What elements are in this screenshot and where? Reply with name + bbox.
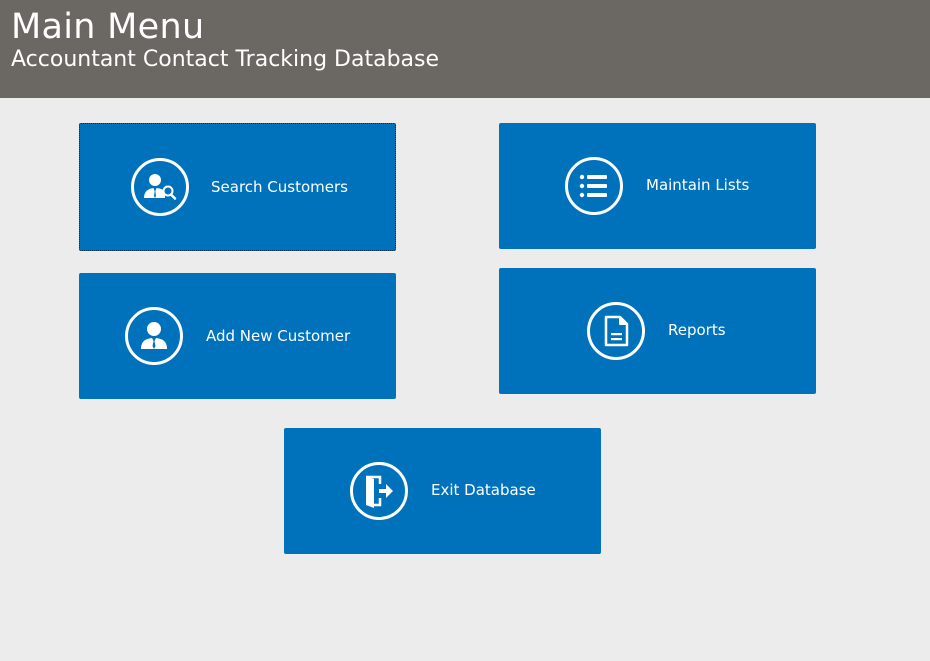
maintain-lists-button[interactable]: Maintain Lists bbox=[499, 123, 816, 249]
user-search-icon bbox=[131, 158, 189, 216]
document-icon bbox=[587, 302, 645, 360]
add-new-customer-label: Add New Customer bbox=[206, 327, 351, 345]
page-title: Main Menu bbox=[11, 7, 205, 47]
search-customers-button[interactable]: Search Customers bbox=[79, 123, 396, 251]
maintain-lists-label: Maintain Lists bbox=[646, 176, 750, 194]
exit-door-icon bbox=[350, 462, 408, 520]
page-subtitle: Accountant Contact Tracking Database bbox=[11, 47, 440, 72]
exit-database-label: Exit Database bbox=[431, 481, 536, 499]
list-icon bbox=[565, 157, 623, 215]
exit-database-button[interactable]: Exit Database bbox=[284, 428, 601, 554]
reports-button[interactable]: Reports bbox=[499, 268, 816, 394]
search-customers-label: Search Customers bbox=[211, 178, 348, 196]
user-icon bbox=[125, 307, 183, 365]
reports-label: Reports bbox=[668, 321, 726, 339]
add-new-customer-button[interactable]: Add New Customer bbox=[79, 273, 396, 399]
header-bar: Main Menu Accountant Contact Tracking Da… bbox=[0, 0, 930, 98]
